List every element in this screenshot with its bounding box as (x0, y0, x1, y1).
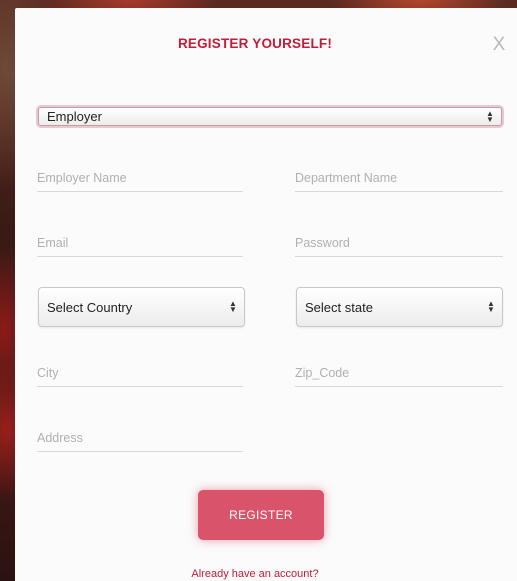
email-input[interactable]: Email (37, 233, 243, 257)
register-button[interactable]: REGISTER (198, 490, 324, 540)
department-name-input[interactable]: Department Name (295, 168, 503, 192)
chevron-up-down-icon: ▲ ▼ (486, 108, 494, 124)
register-modal: REGISTER YOURSELF! X Employer ▲ ▼ Employe… (15, 8, 517, 581)
password-input[interactable]: Password (295, 233, 503, 257)
employer-name-input[interactable]: Employer Name (37, 168, 243, 192)
chevron-up-down-icon: ▲ ▼ (229, 299, 237, 314)
country-select-value: Select Country (47, 299, 133, 315)
city-input[interactable]: City (37, 363, 243, 387)
state-select-value: Select state (305, 299, 373, 315)
login-link[interactable]: Already have an account? (15, 568, 495, 580)
country-select[interactable]: Select Country ▲ ▼ (38, 287, 245, 327)
modal-title: REGISTER YOURSELF! (177, 36, 333, 51)
zip-code-input[interactable]: Zip_Code (295, 363, 503, 387)
role-select[interactable]: Employer ▲ ▼ (38, 107, 502, 126)
role-select-value: Employer (47, 109, 102, 124)
chevron-up-down-icon: ▲ ▼ (487, 299, 495, 314)
close-button[interactable]: X (489, 34, 509, 56)
state-select[interactable]: Select state ▲ ▼ (296, 287, 503, 327)
address-input[interactable]: Address (37, 428, 243, 452)
